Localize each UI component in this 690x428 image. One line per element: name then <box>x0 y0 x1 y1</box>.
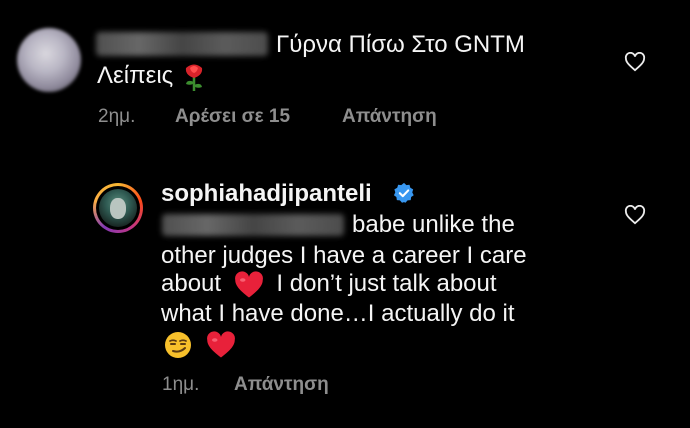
reply-button[interactable]: Απάντηση <box>234 374 329 396</box>
likes-count-link[interactable]: Αρέσει σε 15 <box>175 106 290 128</box>
blurred-username <box>96 32 268 56</box>
reply-button[interactable]: Απάντηση <box>342 106 437 128</box>
comment-text-line: Λείπεις <box>97 60 206 92</box>
comment-text-line: what I have done…I actually do it <box>161 300 515 327</box>
avatar-photo <box>99 189 137 227</box>
verified-badge-icon <box>393 182 414 203</box>
comment-text: I don’t just talk about <box>276 270 497 297</box>
comment-timestamp: 2ημ. <box>98 106 136 127</box>
comment-text: about <box>161 270 222 297</box>
comment-text-line: other judges I have a career I care <box>161 242 527 269</box>
comment-text: Λείπεις <box>97 62 174 89</box>
avatar-face <box>110 198 126 219</box>
emoji-line <box>163 328 236 360</box>
smirking-face-emoji <box>165 331 191 358</box>
blurred-mention <box>162 214 344 236</box>
commenter-avatar[interactable] <box>93 183 143 233</box>
red-heart-emoji <box>206 331 235 358</box>
comment-text-line: Γύρνα Πίσω Στο GNTM <box>276 31 525 58</box>
like-heart-icon[interactable] <box>624 52 646 72</box>
rose-emoji <box>185 64 202 91</box>
comment-text-line: about I don’t just talk about <box>161 268 497 299</box>
comment-text-line: babe unlike the <box>352 211 515 238</box>
red-heart-emoji <box>234 271 263 298</box>
comment-timestamp: 1ημ. <box>162 374 200 395</box>
like-heart-icon[interactable] <box>624 205 646 225</box>
comment-username[interactable]: sophiahadjipanteli <box>161 178 372 209</box>
commenter-avatar-blurred[interactable] <box>17 28 81 92</box>
